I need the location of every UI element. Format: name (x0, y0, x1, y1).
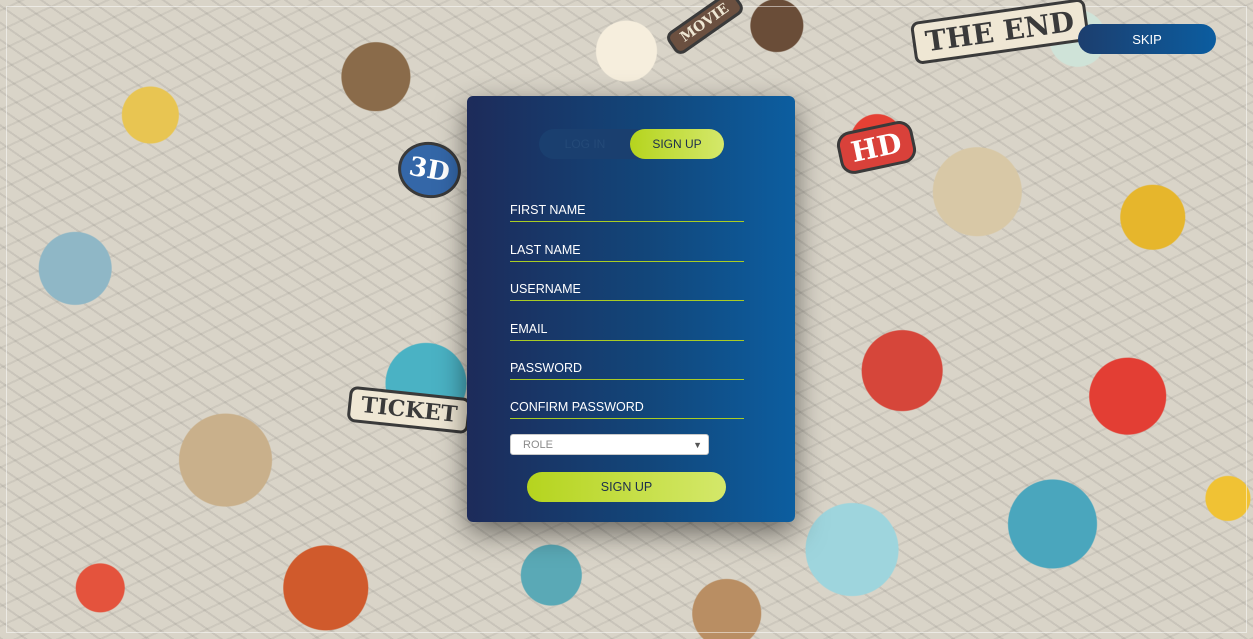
signup-card: LOG IN SIGN UP ROLE ▼ SIGN UP (467, 96, 795, 522)
signup-tab[interactable]: SIGN UP (630, 129, 724, 159)
background-the-end-doodle: THE END (909, 0, 1090, 66)
chevron-down-icon: ▼ (693, 439, 702, 450)
signup-submit-button[interactable]: SIGN UP (527, 472, 726, 502)
role-select-value: ROLE (523, 438, 553, 451)
background-hd-doodle: HD (834, 118, 919, 177)
password-field[interactable] (510, 356, 744, 380)
last-name-field[interactable] (510, 238, 744, 262)
background-ticket-doodle: TICKET (346, 385, 472, 435)
login-tab[interactable]: LOG IN (539, 129, 631, 159)
first-name-field[interactable] (510, 198, 744, 222)
skip-button[interactable]: SKIP (1078, 24, 1216, 54)
email-field[interactable] (510, 317, 744, 341)
role-select[interactable]: ROLE ▼ (510, 434, 709, 455)
username-field[interactable] (510, 277, 744, 301)
background-movie-clapper-doodle: MOVIE (663, 0, 746, 58)
background-3d-doodle: 3D (393, 136, 466, 204)
auth-mode-toggle: LOG IN SIGN UP (539, 129, 724, 159)
confirm-password-field[interactable] (510, 395, 744, 419)
